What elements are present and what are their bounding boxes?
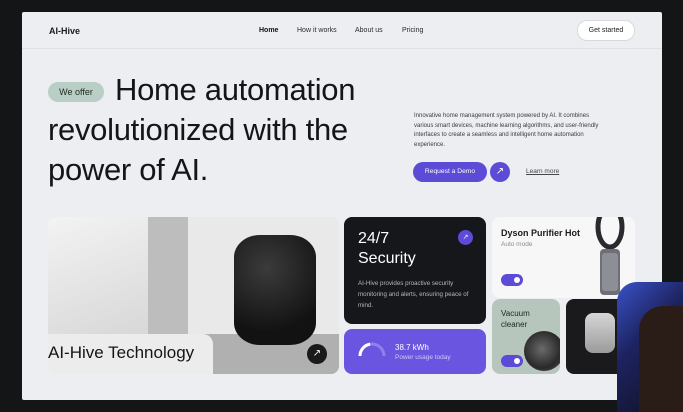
vacuum-toggle[interactable] <box>501 355 523 367</box>
security-description: AI-Hive provides proactive security moni… <box>358 280 469 309</box>
vacuum-card[interactable]: Vacuum cleaner <box>492 299 560 374</box>
vacuum-title-line-1: Vacuum <box>501 309 530 318</box>
nav-link-about-us[interactable]: About us <box>355 27 383 34</box>
demo-arrow-button[interactable]: ↗ <box>490 162 510 182</box>
technology-label: AI-Hive Technology <box>48 343 195 362</box>
webcam-overlay <box>617 282 683 412</box>
security-card[interactable]: 24/7 Security ↗ AI-Hive provides proacti… <box>344 217 486 324</box>
power-label: Power usage today <box>395 354 451 361</box>
gauge-icon <box>358 342 386 356</box>
gauge-fill <box>358 342 371 356</box>
we-offer-badge: We offer <box>48 82 104 102</box>
headline-line-1: Home automation <box>115 72 356 107</box>
technology-arrow-button[interactable]: ↗ <box>307 344 327 364</box>
logo[interactable]: AI-Hive <box>49 26 80 36</box>
security-arrow-button[interactable]: ↗ <box>458 230 473 245</box>
security-title: 24/7 Security <box>358 229 416 269</box>
headline-line-3: power of AI. <box>48 152 209 187</box>
presenter-video <box>639 306 683 412</box>
hero-description: Innovative home management system powere… <box>414 113 599 149</box>
smart-speaker-image <box>234 235 316 345</box>
top-nav: AI-Hive Home How it works About us Prici… <box>22 12 662 48</box>
purifier-toggle[interactable] <box>501 274 523 286</box>
vacuum-title-line-2: cleaner <box>501 320 528 329</box>
request-demo-button[interactable]: Request a Demo <box>413 162 487 182</box>
security-title-line-2: Security <box>358 250 416 267</box>
purifier-mode: Auto mode <box>501 241 533 248</box>
get-started-button[interactable]: Get started <box>577 20 635 41</box>
air-purifier-image <box>595 217 625 295</box>
toggle-knob <box>514 358 520 364</box>
app-frame: AI-Hive Home How it works About us Prici… <box>22 12 662 400</box>
arrow-up-right-icon: ↗ <box>312 348 322 359</box>
nav-link-pricing[interactable]: Pricing <box>402 27 423 34</box>
nav-divider <box>22 48 662 49</box>
nav-link-home[interactable]: Home <box>259 27 278 34</box>
headline-line-2: revolutionized with the <box>48 112 348 147</box>
purifier-title: Dyson Purifier Hot <box>501 228 581 238</box>
arrow-up-right-icon: ↗ <box>495 166 505 177</box>
robot-vacuum-image <box>524 331 560 371</box>
arrow-up-right-icon: ↗ <box>462 234 469 241</box>
security-title-line-1: 24/7 <box>358 230 390 247</box>
purifier-card[interactable]: Dyson Purifier Hot Auto mode <box>492 217 635 298</box>
nav-link-how-it-works[interactable]: How it works <box>297 27 337 34</box>
backdrop-wall <box>148 217 188 334</box>
toggle-knob <box>514 277 520 283</box>
learn-more-link[interactable]: Learn more <box>526 168 559 175</box>
power-value: 38.7 kWh <box>395 343 429 352</box>
power-usage-card[interactable]: 38.7 kWh Power usage today <box>344 329 486 374</box>
smart-hub-image <box>585 313 615 353</box>
vacuum-title: Vacuum cleaner <box>501 308 530 330</box>
technology-card[interactable]: AI-Hive Technology ↗ <box>48 217 339 374</box>
